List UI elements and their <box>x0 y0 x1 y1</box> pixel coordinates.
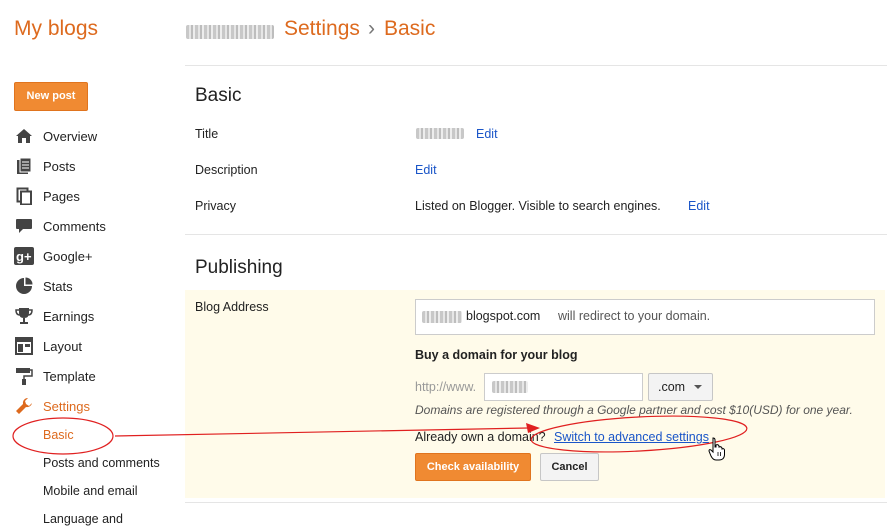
annotation-ellipse-basic <box>12 417 114 455</box>
annotation-arrow-head <box>526 423 540 433</box>
hand-cursor-icon <box>708 437 725 461</box>
annotation-overlay <box>12 415 748 455</box>
annotation-arrow-line <box>114 427 529 437</box>
